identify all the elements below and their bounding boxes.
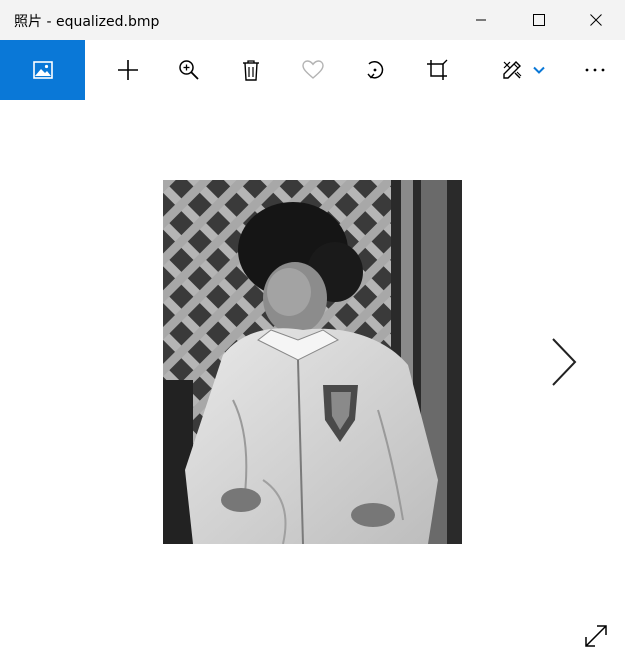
maximize-button[interactable]	[510, 0, 568, 40]
close-button[interactable]	[567, 0, 625, 40]
favorite-button[interactable]	[291, 40, 335, 100]
close-icon	[590, 14, 602, 26]
add-icon	[117, 59, 139, 81]
minimize-icon	[475, 14, 487, 26]
crop-button[interactable]	[415, 40, 459, 100]
next-image-button[interactable]	[544, 330, 584, 394]
crop-icon	[426, 59, 448, 81]
delete-button[interactable]	[229, 40, 273, 100]
photo-icon	[32, 61, 53, 79]
more-icon	[584, 67, 606, 73]
minimize-button[interactable]	[452, 0, 510, 40]
chevron-down-icon	[533, 66, 545, 74]
rotate-icon	[364, 59, 386, 81]
photo-button[interactable]	[0, 40, 85, 100]
favorite-heart-icon	[302, 60, 324, 80]
rotate-button[interactable]	[353, 40, 397, 100]
displayed-photo[interactable]	[163, 180, 462, 544]
title-bar: 照片 - equalized.bmp	[0, 0, 625, 40]
maximize-icon	[533, 14, 545, 26]
window-title: 照片 - equalized.bmp	[14, 14, 160, 30]
edit-draw-icon	[501, 59, 523, 81]
toolbar	[0, 40, 625, 100]
zoom-in-button[interactable]	[167, 40, 211, 100]
more-button[interactable]	[573, 40, 617, 100]
add-button[interactable]	[106, 40, 150, 100]
zoom-in-icon	[178, 59, 200, 81]
delete-icon	[242, 59, 260, 81]
chevron-right-icon	[550, 337, 578, 387]
expand-icon	[584, 624, 608, 648]
image-viewer	[0, 100, 625, 664]
edit-dropdown-button[interactable]	[526, 40, 552, 100]
expand-button[interactable]	[578, 618, 614, 654]
